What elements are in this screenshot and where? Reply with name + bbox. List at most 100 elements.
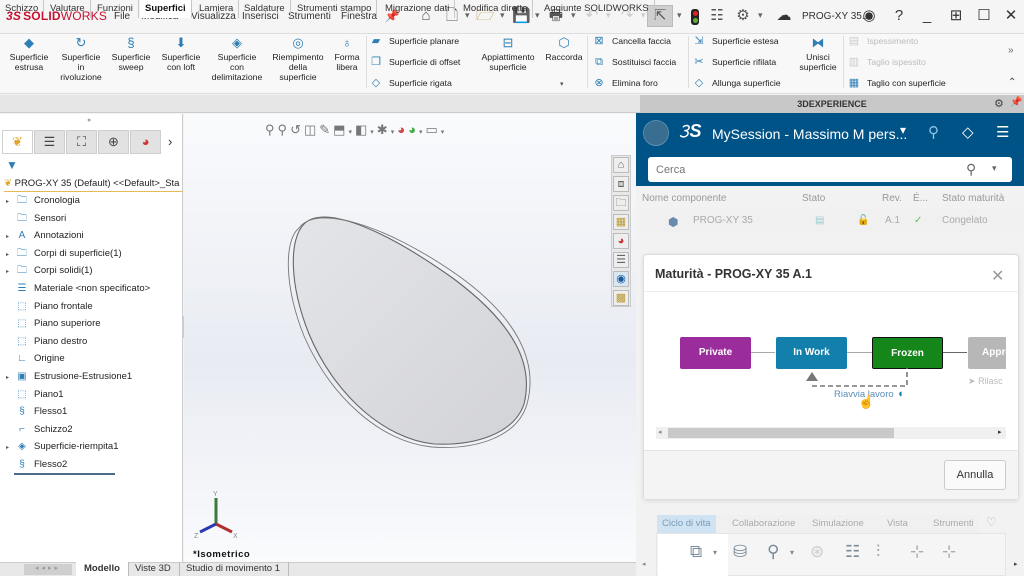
save-dropdown-icon[interactable]: ▾ <box>713 548 717 557</box>
help-icon[interactable]: ? <box>890 7 908 25</box>
previous-view-icon[interactable]: ↺ <box>290 122 304 137</box>
lofted-surface-button[interactable]: ⬇ Superficie con loft <box>157 36 205 73</box>
tab-migrazione-dati[interactable]: Migrazione dati <box>380 0 456 18</box>
panel-pin-icon[interactable]: 📌 <box>1010 97 1022 108</box>
select-dropdown-icon[interactable]: ▾ <box>677 10 682 21</box>
tree-item[interactable]: ▸ ▣ Estrusione-Estrusione1 <box>6 368 132 385</box>
design-library-icon[interactable]: ⧈ <box>613 176 629 192</box>
tree-item[interactable]: ⬚ Piano destro <box>6 333 87 350</box>
scrollbar-thumb[interactable] <box>668 428 894 438</box>
flatten-surface-button[interactable]: ⊟ Appiattimento superficie <box>476 36 540 73</box>
ribbon-collapse-icon[interactable]: ⌃ <box>1008 77 1016 88</box>
tree-item[interactable]: § Flesso2 <box>6 456 67 473</box>
search-options-icon[interactable]: ▾ <box>992 163 997 174</box>
tree-item[interactable]: ☰ Materiale <non specificato> <box>6 280 151 297</box>
tab-superfici[interactable]: Superfici <box>140 0 192 18</box>
fillet-dropdown-icon[interactable]: ▾ <box>560 80 564 88</box>
tree-item[interactable]: 🗀 Sensori <box>6 210 66 227</box>
tab-scroll-arrows[interactable]: ◂◂▸▸ <box>24 564 72 575</box>
zoom-to-fit-icon[interactable]: ⚲ <box>265 122 278 137</box>
column-header-rev[interactable]: Rev. <box>882 193 902 204</box>
3dexperience-tab-icon[interactable]: ◉ <box>613 271 629 287</box>
ruled-surface-button[interactable]: ◇ Superficie rigata <box>369 76 452 90</box>
display-manager-tab[interactable]: ◕ <box>130 130 161 154</box>
release-label[interactable]: ➤ Rilasc <box>968 376 1003 387</box>
options-gear-icon[interactable]: ⚙ <box>734 7 752 25</box>
rollback-bar[interactable] <box>14 473 115 475</box>
tab-ciclo-di-vita[interactable]: Ciclo di vita <box>657 515 716 533</box>
tree-root-part[interactable]: ❦ PROG-XY 35 (Default) <<Default>_Sta <box>4 178 183 192</box>
hamburger-menu-icon[interactable]: ☰ <box>996 123 1009 141</box>
tab-schizzo[interactable]: Schizzo <box>0 0 45 18</box>
new-branch-icon[interactable]: ⊹ <box>910 542 924 562</box>
tree-item[interactable]: ▸ 🗀 Corpi solidi(1) <box>6 262 93 279</box>
session-dropdown-icon[interactable]: ▾ <box>900 123 906 137</box>
property-manager-tab[interactable]: ☰ <box>34 130 65 154</box>
state-approved[interactable]: Appro <box>968 337 1006 369</box>
panel-grip-icon[interactable]: ● <box>87 117 91 124</box>
close-icon[interactable]: ✕ <box>1002 7 1020 25</box>
file-properties-icon[interactable]: ☷ <box>708 7 726 25</box>
column-header-stato[interactable]: Stato <box>802 193 825 204</box>
new-revision-icon[interactable]: ⫶ <box>876 542 880 562</box>
thicken-button[interactable]: ▤ Ispessimento <box>847 34 918 48</box>
dynamic-annotation-icon[interactable]: ✎ <box>319 122 333 137</box>
explore-icon[interactable]: ⚲ <box>767 542 779 562</box>
delete-face-button[interactable]: ⊠ Cancella faccia <box>592 34 671 48</box>
tree-item[interactable]: ∟ Origine <box>6 350 65 367</box>
options-dropdown-icon[interactable]: ▾ <box>758 10 763 21</box>
edit-appearance-icon[interactable]: ◕ <box>397 122 408 137</box>
column-header-maturita[interactable]: Stato maturità <box>942 193 1004 204</box>
tab-studio-movimento[interactable]: Studio di movimento 1 <box>178 562 289 576</box>
tree-item[interactable]: ▸ ◈ Superficie-riempita1 <box>6 438 118 455</box>
reload-database-icon[interactable]: ⛁ <box>733 542 747 562</box>
tree-item[interactable]: § Flesso1 <box>6 403 67 420</box>
apply-scene-icon[interactable]: ◕ <box>408 122 419 137</box>
user-avatar[interactable] <box>643 120 669 146</box>
expand-arrow-icon[interactable]: ▸ <box>6 264 15 281</box>
replace-face-button[interactable]: ⧉ Sostituisci faccia <box>592 55 676 69</box>
tab-valutare[interactable]: Valutare <box>45 0 91 18</box>
boundary-surface-button[interactable]: ◈ Superficie con delimitazione <box>208 36 266 83</box>
rebuild-traffic-light-icon[interactable] <box>691 9 699 25</box>
feature-manager-tab[interactable]: ❦ <box>2 130 33 154</box>
tab-strumenti-stampo[interactable]: Strumenti stampo <box>292 0 378 18</box>
new-version-icon[interactable]: ⊹ <box>942 542 956 562</box>
expand-arrow-icon[interactable]: ▸ <box>6 229 15 246</box>
trim-surface-button[interactable]: ✂ Superficie rifilata <box>692 55 776 69</box>
expand-arrow-icon[interactable]: ▸ <box>6 370 15 387</box>
tab-vista[interactable]: Vista <box>882 515 913 533</box>
scroll-right-icon[interactable]: ▸ <box>998 428 1002 436</box>
section-view-icon[interactable]: ◫ <box>304 122 319 137</box>
configuration-manager-tab[interactable]: ⛶ <box>66 130 97 154</box>
bar-scroll-right-icon[interactable]: ▸ <box>1014 560 1018 568</box>
tab-collaborazione[interactable]: Collaborazione <box>727 515 800 533</box>
tree-item[interactable]: ⬚ Piano superiore <box>6 315 100 332</box>
solidworks-resources-icon[interactable]: ⌂ <box>613 157 629 173</box>
filled-surface-button[interactable]: ◎ Riempimento della superficie <box>270 36 326 83</box>
tree-item[interactable]: ⌐ Schizzo2 <box>6 421 72 438</box>
panel-more-tabs-icon[interactable]: › <box>168 134 172 149</box>
tab-modello[interactable]: Modello <box>76 562 129 576</box>
tab-aggiunte-solidworks[interactable]: Aggiunte SOLIDWORKS <box>539 0 655 18</box>
file-explorer-icon[interactable]: 🗀 <box>613 195 629 211</box>
view-orientation-icon[interactable]: ⬒ <box>333 122 348 137</box>
untrim-surface-button[interactable]: ◇ Allunga superficie <box>692 76 781 90</box>
save-to-platform-icon[interactable]: ⧉ <box>690 542 702 562</box>
transition-flag-icon[interactable]: ◖ <box>897 388 904 400</box>
hide-show-items-icon[interactable]: ✱ <box>377 122 391 137</box>
favorite-heart-icon[interactable]: ♡ <box>986 515 997 529</box>
custom-properties-icon[interactable]: ☰ <box>613 252 629 268</box>
extruded-surface-button[interactable]: ◆ Superficie estrusa <box>6 36 52 73</box>
surface-cut-button[interactable]: ▦ Taglio con superficie <box>847 76 946 90</box>
column-header-nome[interactable]: Nome componente <box>642 193 727 204</box>
revolved-surface-button[interactable]: ↻ Superficie in rivoluzione <box>56 36 106 83</box>
expand-arrow-icon[interactable]: ▸ <box>6 247 15 264</box>
tab-strumenti[interactable]: Strumenti <box>928 515 979 533</box>
user-account-icon[interactable]: ◉ <box>860 7 878 25</box>
tab-simulazione[interactable]: Simulazione <box>807 515 869 533</box>
state-private[interactable]: Private <box>680 337 751 369</box>
minimize-icon[interactable]: _ <box>918 7 936 25</box>
panel-settings-icon[interactable]: ⚙ <box>994 97 1004 110</box>
bar-scroll-left-icon[interactable]: ◂ <box>642 560 646 568</box>
